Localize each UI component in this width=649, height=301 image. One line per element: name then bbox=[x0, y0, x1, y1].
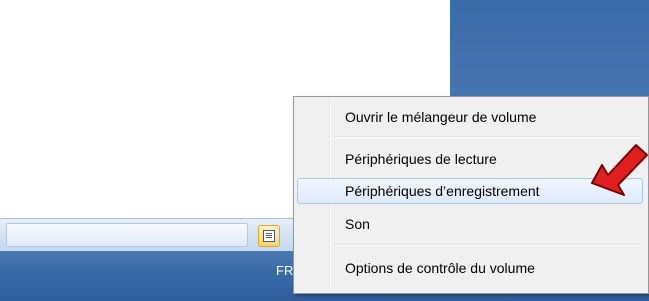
language-indicator[interactable]: FR bbox=[276, 263, 293, 278]
menu-item-volume-options[interactable]: Options de contrôle du volume bbox=[297, 255, 643, 281]
menu-item-label: Périphériques de lecture bbox=[345, 151, 497, 167]
menu-item-label: Son bbox=[345, 216, 370, 232]
menu-separator bbox=[334, 244, 640, 246]
menu-item-sound[interactable]: Son bbox=[297, 211, 643, 237]
red-arrow-icon bbox=[591, 144, 648, 196]
toolbar-field[interactable] bbox=[6, 223, 248, 247]
menu-item-label: Périphériques d’enregistrement bbox=[345, 183, 540, 199]
menu-item-label: Ouvrir le mélangeur de volume bbox=[345, 109, 537, 125]
notes-icon[interactable] bbox=[258, 225, 280, 247]
menu-item-open-mixer[interactable]: Ouvrir le mélangeur de volume bbox=[297, 104, 643, 130]
menu-item-label: Options de contrôle du volume bbox=[345, 260, 535, 276]
document-glyph-icon bbox=[263, 230, 275, 242]
